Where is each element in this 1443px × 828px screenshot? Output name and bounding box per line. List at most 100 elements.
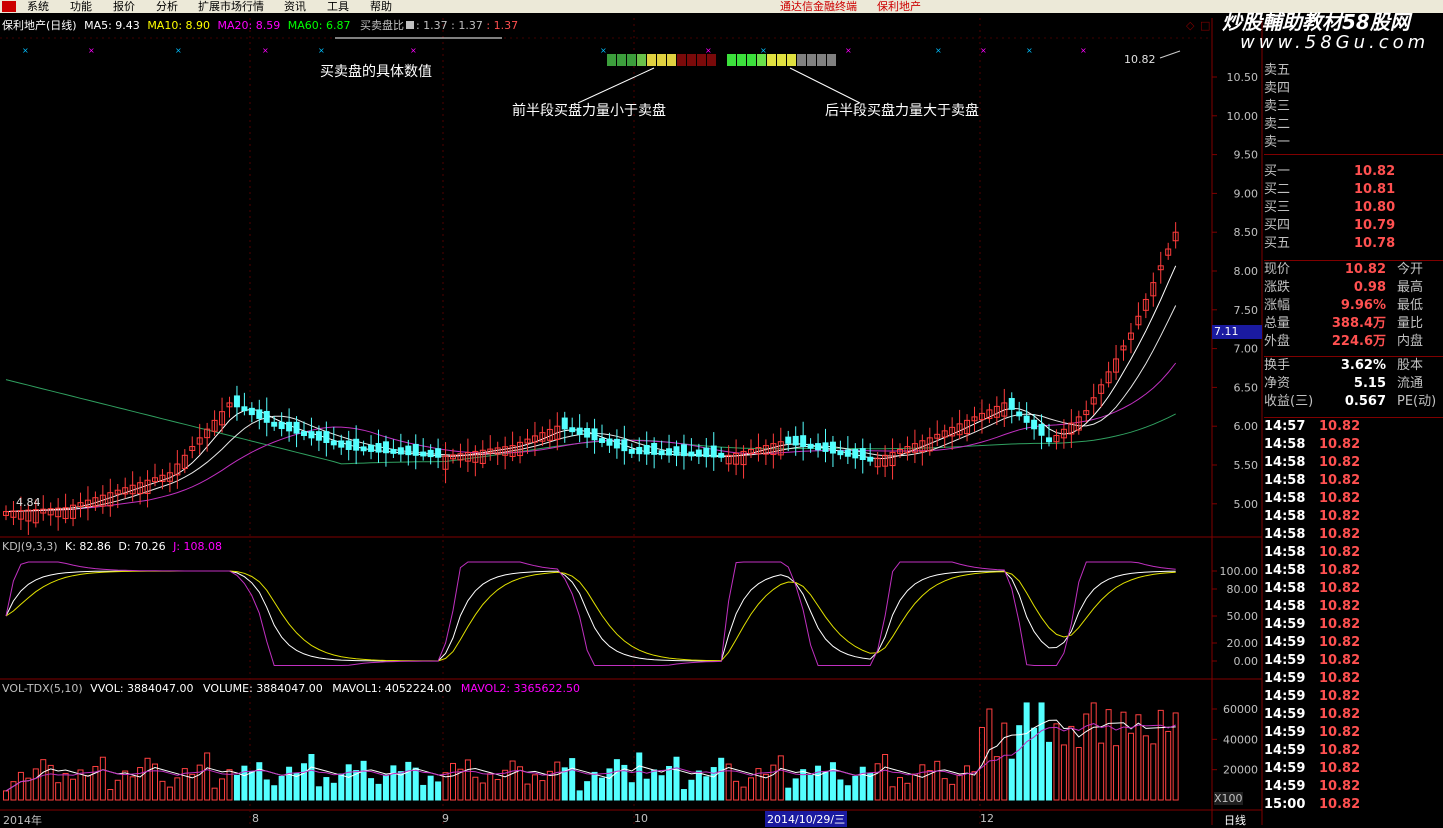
volume-bar [144, 757, 151, 801]
menu-system[interactable]: 系统 [27, 0, 49, 13]
tick-row: 14:59 10.82 [1264, 670, 1443, 688]
bid-row: 买一 10.82 [1264, 163, 1443, 181]
volume-bar [964, 765, 971, 801]
bid-row: 买五 10.78 [1264, 235, 1443, 253]
bid-label: 买四 [1264, 218, 1291, 233]
candle-body [278, 421, 285, 430]
candlesticks [3, 222, 1179, 535]
tick-time: 14:59 [1264, 635, 1306, 650]
quote-panel: 卖五 卖四 卖三 卖二 卖一 [1264, 62, 1443, 155]
volume-bar [852, 775, 859, 801]
volume-bar [1090, 702, 1097, 801]
kdj-j-line [5, 561, 1176, 666]
x-label-8: 8 [252, 812, 259, 825]
bid-list [1264, 154, 1443, 155]
candle-body [606, 438, 613, 446]
stat-label: 总量 [1264, 316, 1291, 331]
kdj-tick-label: 0.00 [1234, 655, 1259, 668]
menu-tools[interactable]: 工具 [327, 0, 349, 13]
stat-row: 现价 10.82 今开 [1264, 261, 1443, 279]
tick-price: 10.82 [1319, 545, 1361, 560]
volume-bar [837, 779, 844, 801]
price-tick-label: 10.00 [1227, 110, 1259, 123]
tick-row: 14:59 10.82 [1264, 706, 1443, 724]
ma20-value: MA20: 8.59 [217, 19, 281, 32]
ma10-polyline [5, 305, 1177, 513]
stat-value: 10.82 [1344, 262, 1386, 277]
volume-bar [509, 760, 516, 801]
tick-time: 14:58 [1264, 455, 1306, 470]
candle-body [792, 435, 799, 446]
tick-row: 14:58 10.82 [1264, 562, 1443, 580]
strength-cell [797, 54, 806, 66]
volume-bar [360, 760, 367, 801]
candle-body [815, 443, 822, 451]
tick-time: 14:59 [1264, 617, 1306, 632]
volume-bar [412, 767, 419, 801]
kdj-tick-label: 100.00 [1220, 565, 1259, 578]
menu-help[interactable]: 帮助 [370, 0, 392, 13]
stat-row: 涨跌 0.98 最高 [1264, 279, 1443, 297]
volume-bar [733, 780, 740, 801]
annotation-first-half: 前半段买盘力量小于卖盘 [512, 103, 666, 119]
tick-time: 15:00 [1264, 797, 1306, 812]
volume-bar [1023, 702, 1030, 801]
volume-bar [1113, 745, 1120, 801]
kdj-k-value: K: 82.86 [65, 540, 111, 553]
vol-volume: VOLUME: 3884047.00 [203, 682, 323, 695]
volume-bar [1135, 714, 1142, 801]
window-float-icon[interactable]: ◇ [1186, 19, 1194, 32]
kdj-k-line [5, 570, 1176, 662]
tick-time: 14:59 [1264, 707, 1306, 722]
strength-cell [727, 54, 736, 66]
tick-row: 14:58 10.82 [1264, 454, 1443, 472]
candle-body [271, 421, 278, 427]
tick-time: 14:59 [1264, 725, 1306, 740]
price-tick-label: 10.50 [1227, 71, 1259, 84]
kdj-tick-label: 50.00 [1227, 610, 1259, 623]
stat-value: 0.98 [1353, 280, 1386, 295]
candle-body [323, 431, 330, 443]
candle-body [837, 450, 844, 456]
volume-bar [1098, 742, 1105, 801]
strength-cell [627, 54, 636, 66]
kdj-d-line [5, 570, 1176, 662]
stat-label: 涨跌 [1264, 280, 1291, 295]
candle-body [1023, 415, 1030, 423]
candle-body [695, 449, 702, 457]
bid-label: 买一 [1264, 164, 1291, 179]
menu-extended-market[interactable]: 扩展市场行情 [198, 0, 264, 13]
volume-bar [308, 754, 315, 801]
volume-bar [897, 777, 903, 801]
volume-bar [487, 773, 494, 801]
tick-price: 10.82 [1319, 707, 1361, 722]
kdj-d-value: D: 70.26 [118, 540, 166, 553]
volume-bar [777, 755, 784, 801]
volume-bar [70, 778, 77, 801]
stat-label-2: 量比 [1397, 316, 1424, 331]
menu-function[interactable]: 功能 [70, 0, 92, 13]
candle-body [666, 448, 673, 456]
tick-time: 14:59 [1264, 653, 1306, 668]
period-tab[interactable]: 日线 [1224, 812, 1246, 828]
low-price-label: 4.84 [16, 496, 41, 509]
volume-bar [695, 770, 702, 801]
volume-bar [815, 765, 822, 801]
volume-bar [807, 774, 814, 801]
menu-quote[interactable]: 报价 [113, 0, 135, 13]
bid-label: 买二 [1264, 182, 1291, 197]
window-restore-icon[interactable]: □ [1200, 19, 1210, 32]
volume-bar [539, 780, 546, 801]
volume-bar [472, 776, 479, 801]
tick-row: 14:59 10.82 [1264, 778, 1443, 796]
volume-bar [949, 783, 956, 801]
candle-body [584, 428, 591, 438]
volume-bar [911, 773, 918, 801]
menu-info[interactable]: 资讯 [284, 0, 306, 13]
menu-analysis[interactable]: 分析 [156, 0, 178, 13]
bid-list: 买一 10.82 买二 10.81 买三 10.80 买四 10.79 买五 10.78 [1264, 163, 1443, 253]
volume-bar [792, 778, 799, 801]
candle-body [561, 417, 568, 430]
bid-price: 10.82 [1354, 164, 1396, 179]
bid-row: 买二 10.81 [1264, 181, 1443, 199]
